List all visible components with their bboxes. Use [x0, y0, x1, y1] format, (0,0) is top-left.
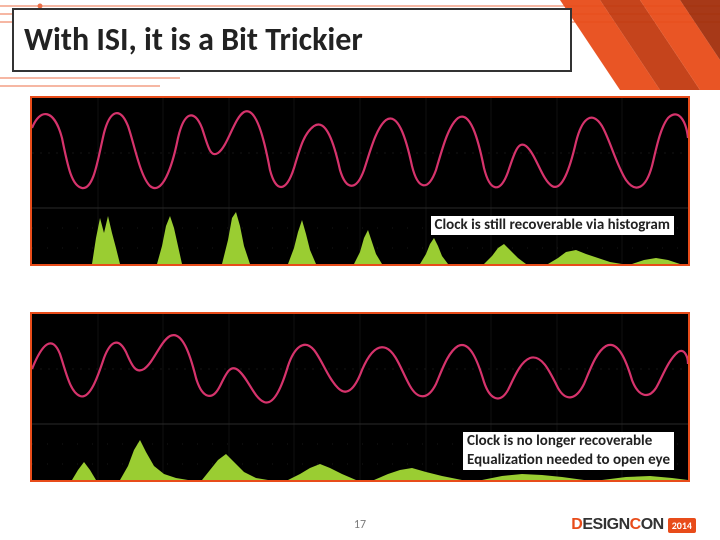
caption-bottom-line1: Clock is no longer recoverable — [467, 432, 652, 450]
slide-title: With ISI, it is a Bit Trickier — [24, 23, 363, 57]
year-badge: 2014 — [668, 518, 696, 533]
caption-bottom: Clock is no longer recoverable Equalizat… — [463, 432, 674, 470]
slide: With ISI, it is a Bit Trickier — [0, 0, 720, 540]
brand-d2: ESIGN — [582, 516, 629, 533]
title-box: With ISI, it is a Bit Trickier — [12, 8, 572, 72]
brand-d1: D — [571, 516, 582, 533]
caption-top: Clock is still recoverable via histogram — [431, 216, 674, 235]
scope-svg-top — [32, 98, 688, 264]
caption-bottom-line2: Equalization needed to open eye — [467, 451, 670, 469]
brand-d3: C — [630, 516, 641, 533]
brand-d4: ON — [641, 516, 664, 533]
footer-logo: DESIGNCON 2014 — [571, 516, 696, 534]
scope-panel-top — [30, 96, 690, 266]
